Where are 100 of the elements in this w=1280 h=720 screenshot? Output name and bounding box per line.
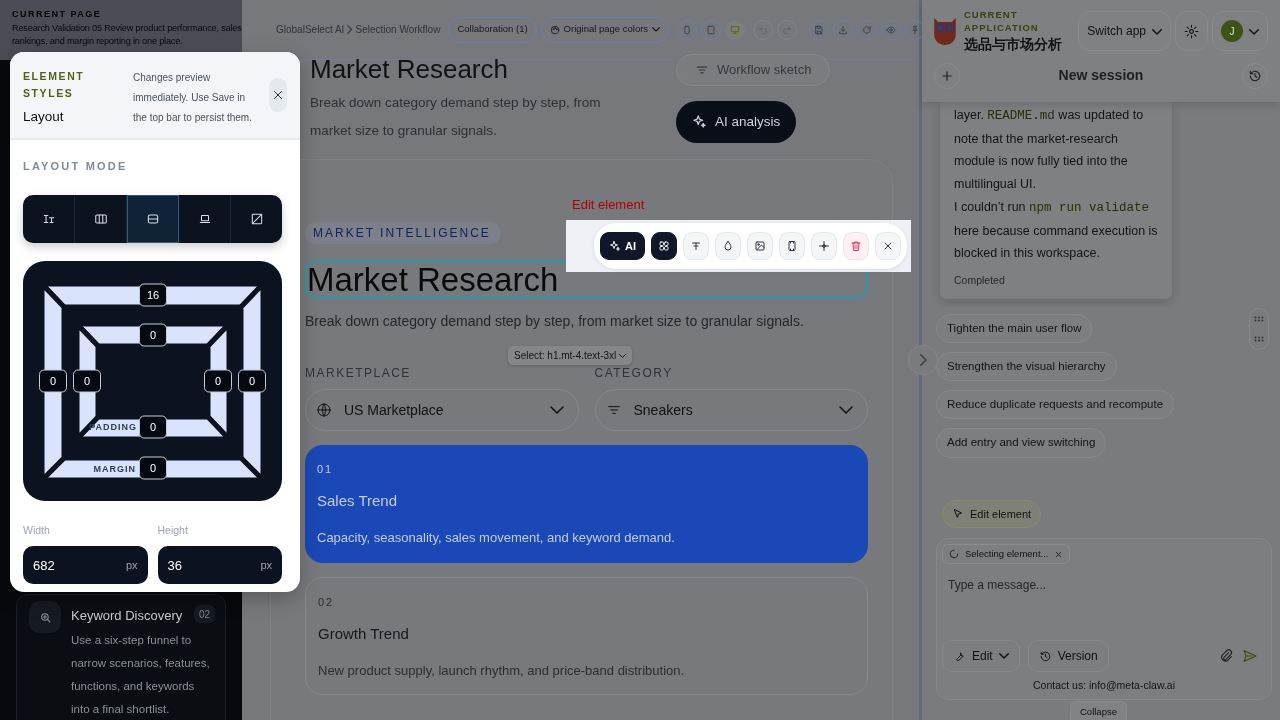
page-subtitle: Break down category demand step by step, from market size to granular signals. — [310, 94, 602, 141]
account-button[interactable]: J — [1212, 11, 1268, 52]
owl-logo — [934, 17, 956, 45]
close-icon[interactable] — [1054, 549, 1064, 559]
margin-bottom-field[interactable]: 0 — [139, 456, 167, 479]
history-icon — [1248, 68, 1262, 83]
frame-button[interactable] — [779, 232, 805, 260]
padding-left-field[interactable]: 0 — [73, 369, 101, 392]
image-button[interactable] — [747, 232, 773, 260]
step-number: 02 — [318, 595, 336, 611]
suggestion-chip[interactable]: Reduce duplicate requests and recompute — [936, 390, 1175, 420]
workflow-sketch-button[interactable]: Workflow sketch — [676, 54, 831, 86]
padding-right-field[interactable]: 0 — [204, 369, 232, 392]
hidden-icon — [249, 211, 264, 226]
color-button[interactable] — [715, 232, 741, 260]
tablet-icon — [706, 24, 717, 35]
section-label: LAYOUT MODE — [23, 159, 129, 174]
step-description: New product supply, launch rhythm, and price-band distribution. — [318, 662, 686, 681]
step-number: 02 — [193, 605, 215, 623]
page-title: Market Research — [310, 54, 509, 86]
cursor-icon — [952, 507, 964, 520]
settings-button[interactable] — [1175, 11, 1208, 52]
version-button[interactable]: Version — [1027, 640, 1109, 673]
chevron-icon — [998, 653, 1009, 660]
width-field[interactable]: 682 px — [23, 546, 148, 585]
margin-right-field[interactable]: 0 — [238, 369, 266, 392]
close-icon — [882, 240, 894, 252]
nav-card[interactable]: Keyword Discovery 02 Use a six-step funnel to narrow scenarios, features, functions, and keywords into a final shortlist. — [16, 594, 226, 720]
trash-icon — [850, 240, 862, 252]
switch-app-button[interactable]: Switch app — [1078, 11, 1171, 52]
breadcrumb-link[interactable]: Selection Workflow — [355, 22, 441, 37]
plus-icon — [940, 68, 954, 83]
contact-text: Contact us: info@meta-claw.ai — [1032, 678, 1176, 694]
image-icon — [754, 240, 766, 252]
chevron-icon — [919, 354, 927, 366]
monitor-icon — [730, 24, 741, 35]
suggestion-chip[interactable]: Strengthen the visual hierarchy — [936, 351, 1117, 382]
chevron-icon — [1152, 28, 1162, 35]
chevron-icon — [652, 27, 661, 32]
collapse-tab[interactable]: Collapse — [1070, 701, 1127, 720]
message-text: I couldn’t run npm run validate here because command execution is blocked in this workspace. — [954, 198, 1158, 263]
layout-button[interactable] — [651, 232, 677, 260]
user-avatar: J — [1221, 20, 1243, 43]
send-icon[interactable] — [1242, 648, 1258, 665]
step-card[interactable]: 01 Sales Trend Capacity, seasonality, sales movement, and keyword demand. — [305, 445, 868, 564]
message-text: layer. README.md was updated to note that the market-research module is now fully tied into the multilingual UI. — [954, 107, 1145, 194]
edit-element-label: Edit element — [572, 196, 645, 214]
suggestion-chip[interactable]: Add entry and view switching — [936, 428, 1107, 458]
breadcrumb-link[interactable]: GlobalSelect AI — [276, 22, 345, 37]
save-icon — [814, 24, 825, 35]
close-button[interactable] — [269, 78, 287, 112]
desktop-view-button[interactable] — [725, 19, 746, 40]
globe-icon — [316, 402, 332, 419]
history-button[interactable] — [1242, 62, 1268, 89]
sparkle-icon — [692, 114, 707, 130]
zoom-icon — [38, 610, 52, 624]
field-label: Height — [157, 522, 189, 538]
chevron-icon — [347, 25, 353, 34]
chevron-icon — [1249, 28, 1259, 35]
move-icon — [818, 240, 830, 252]
ai-analysis-button[interactable]: AI analysis — [676, 100, 797, 143]
expand-button[interactable] — [908, 345, 938, 375]
margin-top-field[interactable]: 16 — [139, 283, 167, 306]
sparkle-icon — [609, 240, 621, 252]
edit-mode-dropdown[interactable]: Edit — [942, 640, 1020, 673]
panel-title: Layout — [23, 108, 65, 126]
move-button[interactable] — [811, 232, 837, 260]
download-icon — [838, 24, 849, 35]
drop-icon — [722, 240, 734, 252]
text-button[interactable] — [683, 232, 709, 260]
app-name: 选品与市场分析 — [964, 35, 1062, 54]
suggestion-chip[interactable]: Tighten the main user flow — [936, 313, 1093, 343]
section-label: CURRENT PAGE — [12, 8, 103, 21]
panel-eyebrow: ELEMENT STYLES — [23, 69, 86, 101]
step-number: 01 — [317, 462, 335, 478]
step-title: Sales Trend — [317, 490, 399, 511]
field-label: Width — [23, 522, 51, 538]
session-title: New session — [1057, 66, 1145, 86]
undo-icon — [758, 24, 769, 35]
app-label: CURRENT APPLICATION — [964, 8, 1040, 35]
message-input[interactable]: Type a message... — [942, 564, 1266, 607]
margin-left-field[interactable]: 0 — [39, 369, 67, 392]
selector-tooltip[interactable]: Select: h1.mt-4.text-3xl — [508, 346, 633, 365]
paperclip-icon[interactable] — [1218, 648, 1234, 665]
padding-bottom-field[interactable]: 0 — [139, 415, 167, 438]
card-title: Market Research — [307, 262, 559, 296]
layout-mode-button[interactable] — [127, 194, 179, 243]
help-text: Changes preview immediately. Use Save in the top bar to persist them. — [133, 71, 253, 125]
step-card[interactable]: 02 Growth Trend New product supply, launch rhythm, and price-band distribution. — [305, 577, 868, 696]
height-field[interactable]: 36 px — [157, 546, 282, 585]
text-icon — [690, 240, 702, 252]
eye-icon — [886, 24, 897, 35]
palette-icon — [549, 24, 560, 35]
ai-button[interactable]: AI — [600, 232, 645, 260]
delete-button[interactable] — [843, 232, 869, 260]
edit-element-button[interactable]: Edit element — [942, 499, 1042, 528]
padding-top-field[interactable]: 0 — [139, 323, 167, 346]
field-label: CATEGORY — [594, 365, 673, 383]
new-session-button[interactable] — [934, 62, 960, 89]
frame-icon — [786, 240, 798, 252]
